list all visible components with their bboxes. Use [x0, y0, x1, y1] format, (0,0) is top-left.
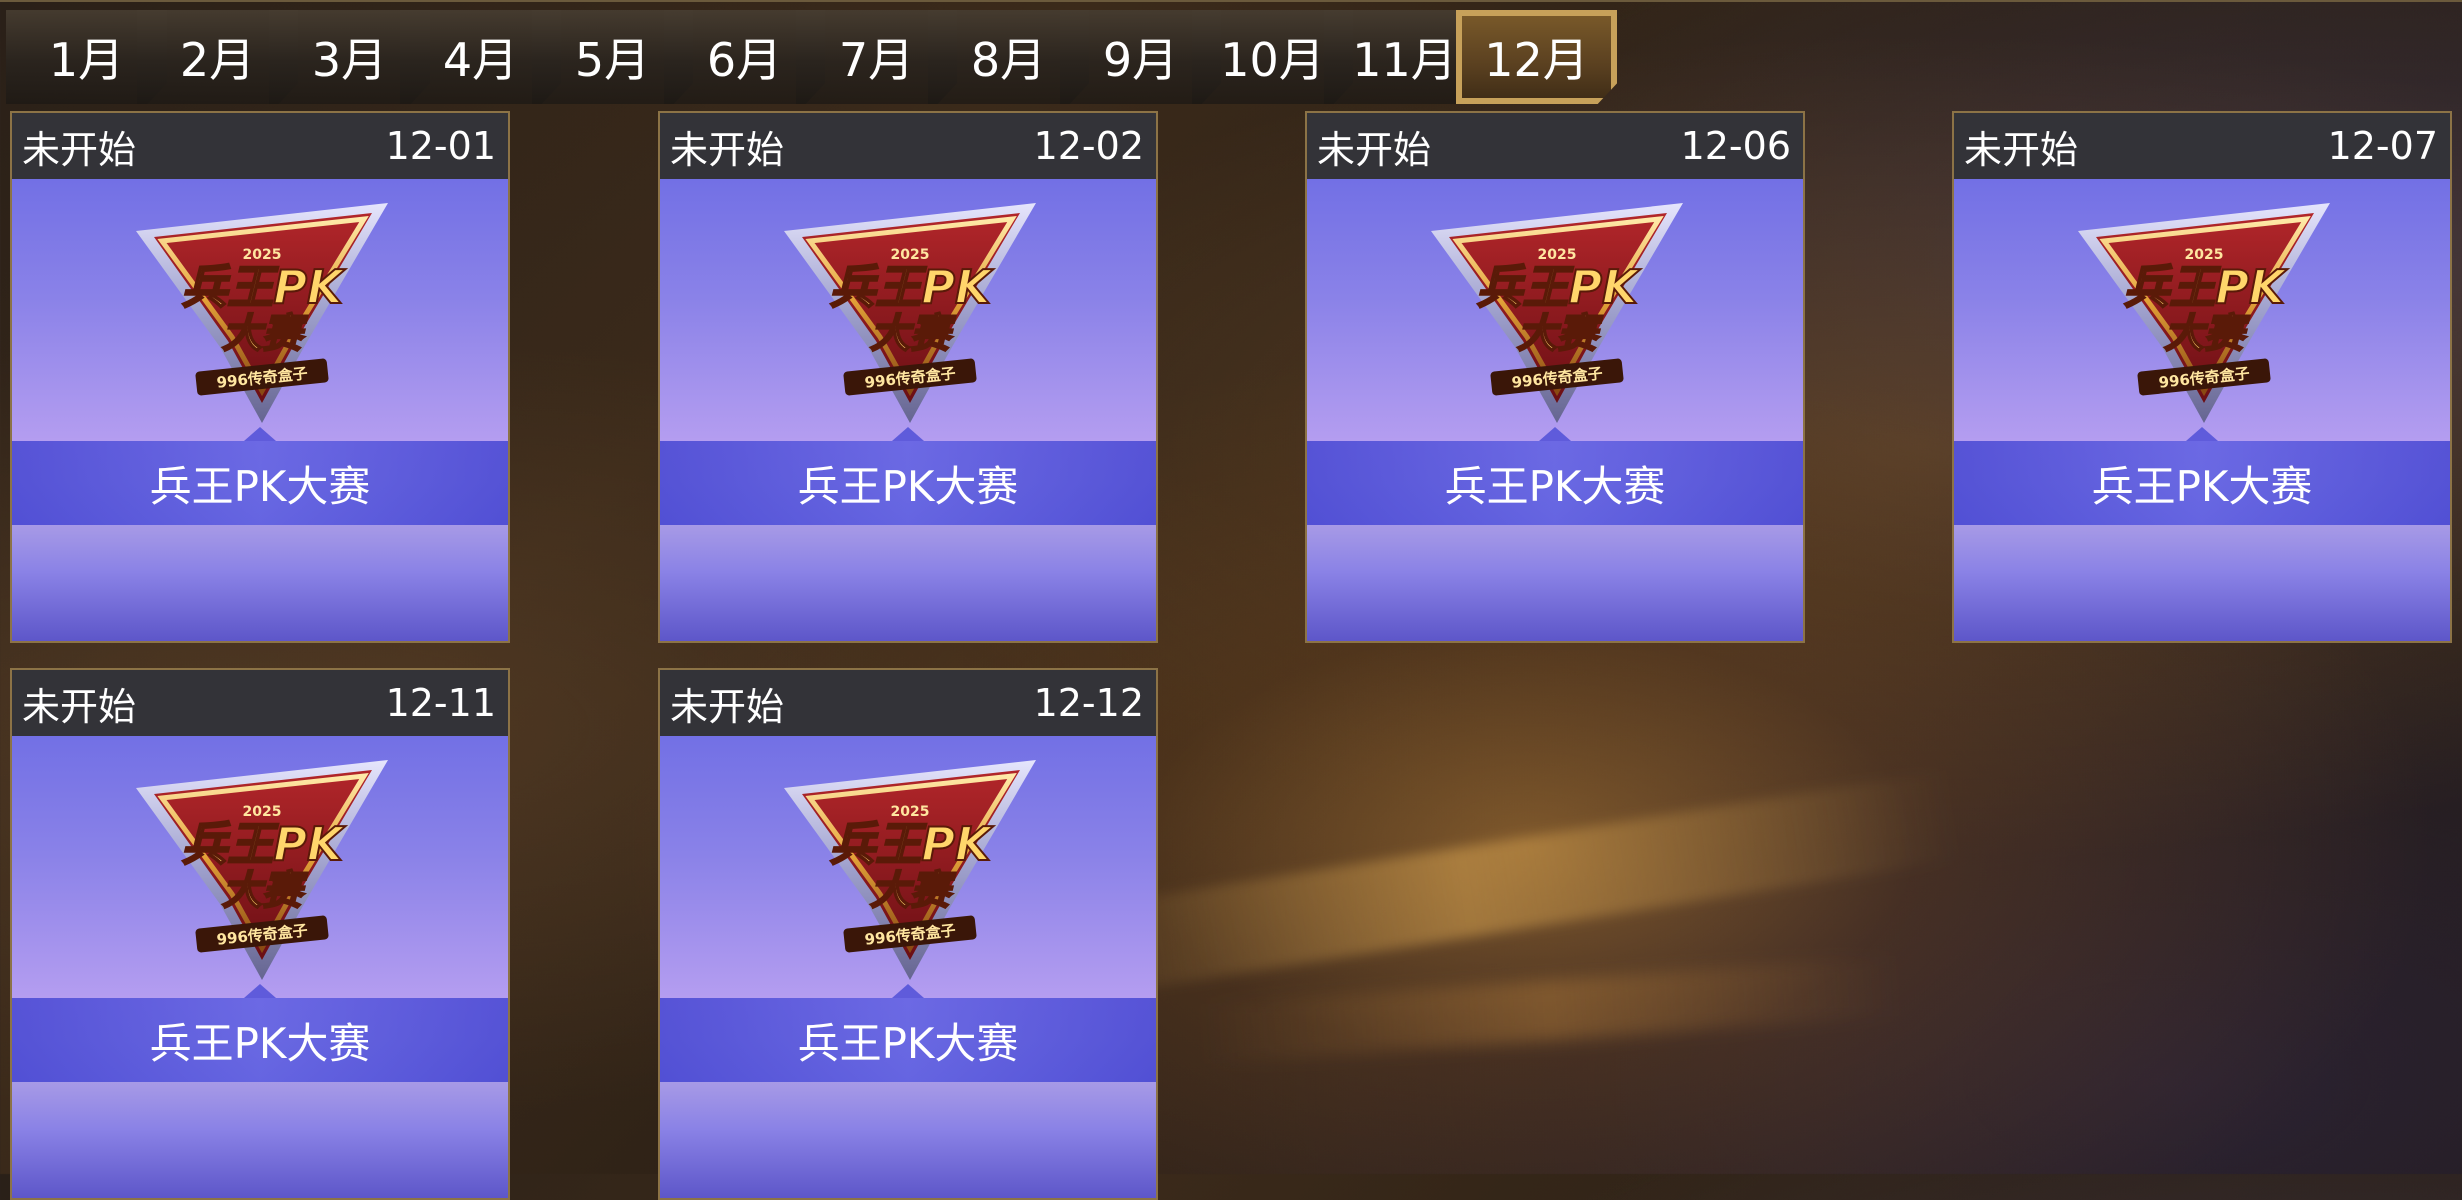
tournament-logo-icon: 2025 兵王PK 大赛 996传奇盒子 — [784, 760, 1036, 980]
event-title: 兵王PK大赛 — [660, 427, 1156, 525]
event-status: 未开始 — [1964, 127, 2079, 172]
event-date: 12-07 — [2327, 124, 2438, 168]
card-footer — [12, 525, 508, 641]
event-card[interactable]: 未开始 12-02 2025 兵王PK 大赛 996传奇盒子 兵王PK大赛 — [658, 111, 1158, 643]
event-card[interactable]: 未开始 12-07 2025 兵王PK 大赛 996传奇盒子 兵王PK大赛 — [1952, 111, 2452, 643]
card-header: 未开始 12-07 — [1954, 113, 2450, 179]
card-footer — [12, 1082, 508, 1198]
background-light-streak — [1198, 955, 1902, 1065]
event-card[interactable]: 未开始 12-06 2025 兵王PK 大赛 996传奇盒子 兵王PK大赛 — [1305, 111, 1805, 643]
event-title: 兵王PK大赛 — [1954, 427, 2450, 525]
event-date: 12-06 — [1680, 124, 1791, 168]
event-status: 未开始 — [670, 127, 785, 172]
card-footer — [1307, 525, 1803, 641]
logo-line1: 兵王PK — [1476, 260, 1641, 314]
event-date: 12-11 — [385, 681, 496, 725]
logo-line1: 兵王PK — [829, 260, 994, 314]
event-card[interactable]: 未开始 12-01 2025 兵王PK 大赛 996传奇盒子 兵王PK大赛 — [10, 111, 510, 643]
event-title: 兵王PK大赛 — [12, 984, 508, 1082]
logo-line1: 兵王PK — [2123, 260, 2288, 314]
tournament-logo-icon: 2025 兵王PK 大赛 996传奇盒子 — [136, 760, 388, 980]
logo-line2: 大赛 — [222, 868, 308, 914]
month-tab-bar: 1月 2月 3月 4月 5月 6月 7月 8月 9月 10月 11月 12月 — [0, 0, 2462, 104]
card-footer — [660, 1082, 1156, 1198]
logo-line2: 大赛 — [2164, 311, 2250, 357]
tournament-logo-icon: 2025 兵王PK 大赛 996传奇盒子 — [1431, 203, 1683, 423]
event-title: 兵王PK大赛 — [12, 427, 508, 525]
event-status: 未开始 — [670, 684, 785, 729]
month-tab-dec[interactable]: 12月 — [1456, 10, 1617, 104]
event-status: 未开始 — [1317, 127, 1432, 172]
card-header: 未开始 12-12 — [660, 670, 1156, 736]
logo-line2: 大赛 — [1517, 311, 1603, 357]
tournament-logo-icon: 2025 兵王PK 大赛 996传奇盒子 — [2078, 203, 2330, 423]
event-title: 兵王PK大赛 — [1307, 427, 1803, 525]
logo-line2: 大赛 — [870, 868, 956, 914]
card-footer — [1954, 525, 2450, 641]
event-date: 12-01 — [385, 124, 496, 168]
card-header: 未开始 12-06 — [1307, 113, 1803, 179]
event-status: 未开始 — [22, 127, 137, 172]
event-status: 未开始 — [22, 684, 137, 729]
event-date: 12-02 — [1033, 124, 1144, 168]
logo-line1: 兵王PK — [829, 817, 994, 871]
logo-line2: 大赛 — [222, 311, 308, 357]
card-footer — [660, 525, 1156, 641]
card-header: 未开始 12-02 — [660, 113, 1156, 179]
tournament-logo-icon: 2025 兵王PK 大赛 996传奇盒子 — [136, 203, 388, 423]
logo-line1: 兵王PK — [181, 260, 346, 314]
tournament-logo-icon: 2025 兵王PK 大赛 996传奇盒子 — [784, 203, 1036, 423]
event-title: 兵王PK大赛 — [660, 984, 1156, 1082]
logo-line2: 大赛 — [870, 311, 956, 357]
event-card[interactable]: 未开始 12-12 2025 兵王PK 大赛 996传奇盒子 兵王PK大赛 — [658, 668, 1158, 1200]
logo-line1: 兵王PK — [181, 817, 346, 871]
event-date: 12-12 — [1033, 681, 1144, 725]
card-header: 未开始 12-01 — [12, 113, 508, 179]
event-card[interactable]: 未开始 12-11 2025 兵王PK 大赛 996传奇盒子 兵王PK大赛 — [10, 668, 510, 1200]
card-header: 未开始 12-11 — [12, 670, 508, 736]
